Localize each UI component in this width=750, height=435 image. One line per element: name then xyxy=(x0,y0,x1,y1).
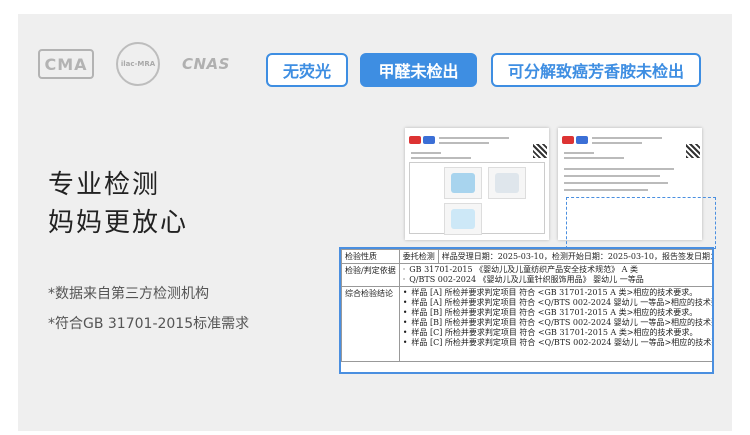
headline-line-2: 妈妈更放心 xyxy=(48,208,189,238)
row-label: 检验性质 xyxy=(341,249,400,264)
report-header xyxy=(409,134,545,148)
cnas-logo: CNAS xyxy=(182,55,230,73)
list-item: • 样品 [C] 所检并要求判定项目 符合 <GB 31701-2015 A 类>… xyxy=(402,328,698,337)
headline-line-1: 专业检测 xyxy=(48,170,161,200)
list-item: • 样品 [A] 所检并要求判定项目 符合 <GB 31701-2015 A 类>… xyxy=(402,288,698,297)
table-row: 检验性质 委托检测 样品受理日期：2025-03-10，检测开始日期：2025-… xyxy=(341,249,712,264)
row-label: 检验/判定依据 xyxy=(341,263,400,287)
ilac-mra-logo: ilac-MRA xyxy=(116,42,160,86)
row-label: 综合检验结论 xyxy=(341,286,400,362)
report-zoom-detail: 检验性质 委托检测 样品受理日期：2025-03-10，检测开始日期：2025-… xyxy=(339,247,714,374)
accreditation-logo-icon xyxy=(423,136,435,144)
table-row: 综合检验结论 • 样品 [A] 所检并要求判定项目 符合 <GB 31701-20… xyxy=(341,286,714,362)
badge-no-fluorescence: 无荧光 xyxy=(266,53,348,87)
badge-no-formaldehyde: 甲醛未检出 xyxy=(360,53,477,87)
standards-list: · GB 31701-2015 《婴幼儿及儿童纺织产品安全技术规范》 A 类 · Q… xyxy=(398,263,712,287)
note-data-source: *数据来自第三方检测机构 xyxy=(48,286,209,302)
cma-logo: CMA xyxy=(38,49,94,79)
report-table: 检验性质 委托检测 样品受理日期：2025-03-10，检测开始日期：2025-… xyxy=(341,249,714,362)
accreditation-logo-icon xyxy=(576,136,588,144)
sample-photo-a xyxy=(444,167,482,199)
list-item: · Q/BTS 002-2024 《婴幼儿及儿童针织服饰用品》 婴幼儿 一等品 xyxy=(402,275,644,284)
test-nature: 委托检测 xyxy=(398,249,439,264)
list-item: • 样品 [C] 所检并要求判定项目 符合 <Q/BTS 002-2024 婴幼儿… xyxy=(402,338,714,347)
report-header xyxy=(562,134,698,148)
zoom-indicator xyxy=(566,197,716,249)
list-item: • 样品 [B] 所检并要求判定项目 符合 <GB 31701-2015 A 类>… xyxy=(402,308,698,317)
certification-logos: CMA ilac-MRA CNAS xyxy=(38,42,230,86)
conclusion-list: • 样品 [A] 所检并要求判定项目 符合 <GB 31701-2015 A 类>… xyxy=(398,286,714,362)
sample-photo-c xyxy=(444,203,482,235)
report-page-1 xyxy=(405,128,549,240)
table-row: 检验/判定依据 · GB 31701-2015 《婴幼儿及儿童纺织产品安全技术规范… xyxy=(341,263,712,287)
list-item: • 样品 [B] 所检并要求判定项目 符合 <Q/BTS 002-2024 婴幼儿… xyxy=(402,318,714,327)
qr-code-icon xyxy=(686,144,700,158)
lab-logo-icon xyxy=(409,136,421,144)
qr-code-icon xyxy=(533,144,547,158)
list-item: · GB 31701-2015 《婴幼儿及儿童纺织产品安全技术规范》 A 类 xyxy=(402,265,638,274)
headline: 专业检测 妈妈更放心 xyxy=(48,166,188,242)
sample-photos xyxy=(409,162,545,235)
lab-logo-icon xyxy=(562,136,574,144)
badge-no-aromatic-amine: 可分解致癌芳香胺未检出 xyxy=(491,53,701,87)
note-standard: *符合GB 31701-2015标准需求 xyxy=(48,316,250,332)
sample-photo-b xyxy=(488,167,526,199)
list-item: • 样品 [A] 所检并要求判定项目 符合 <Q/BTS 002-2024 婴幼儿… xyxy=(402,298,714,307)
test-dates: 样品受理日期：2025-03-10，检测开始日期：2025-03-10，报告签发… xyxy=(437,249,712,264)
